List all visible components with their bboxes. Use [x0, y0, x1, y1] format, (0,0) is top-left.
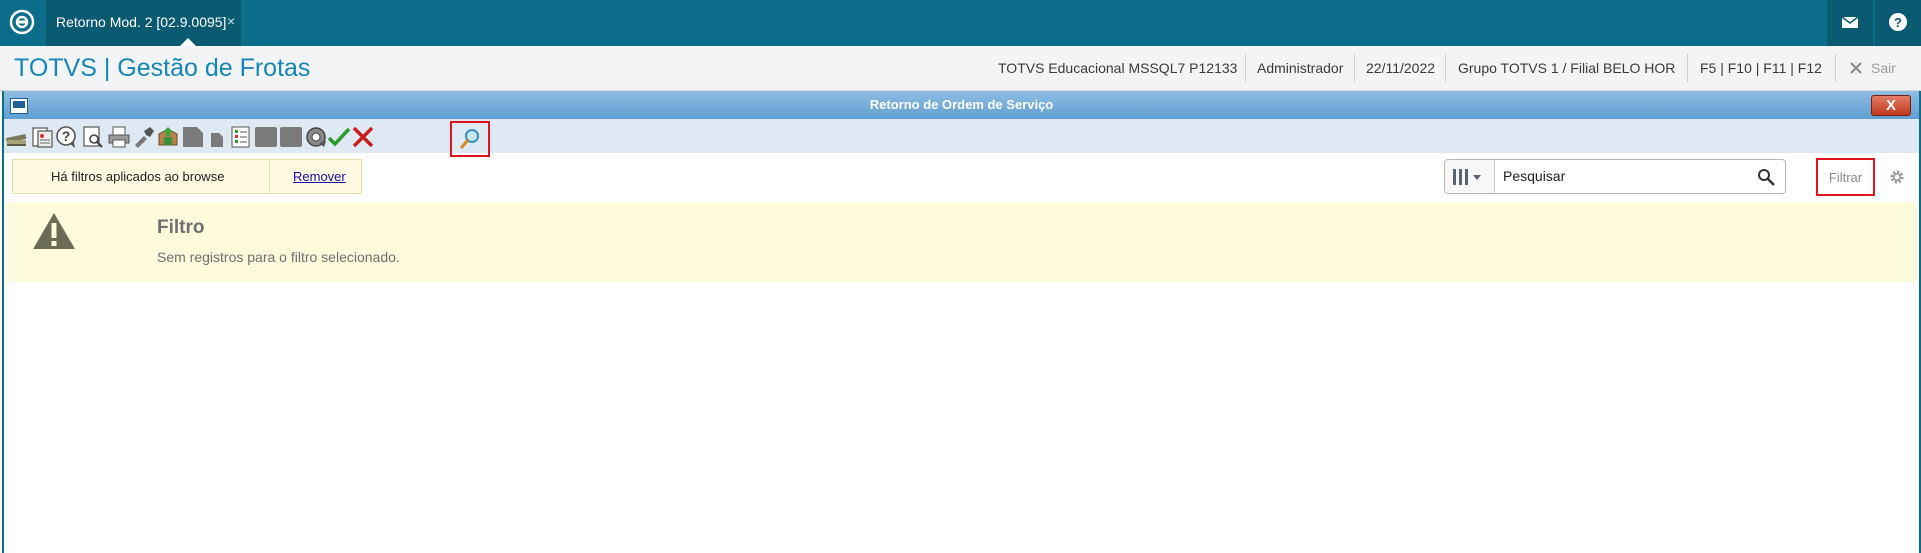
column-selector-button[interactable] — [1445, 160, 1495, 193]
mail-button[interactable] — [1827, 0, 1873, 46]
export-icon[interactable] — [156, 125, 180, 149]
exit-button[interactable]: Sair — [1871, 60, 1896, 76]
branch-info[interactable]: Grupo TOTVS 1 / Filial BELO HOR — [1458, 60, 1675, 76]
app-title: TOTVS | Gestão de Frotas — [14, 54, 311, 82]
filter-notice: Há filtros aplicados ao browse Remover — [12, 159, 362, 194]
print-icon[interactable] — [107, 125, 131, 149]
settings-icon[interactable] — [304, 125, 328, 149]
search-field — [1444, 159, 1786, 194]
books-icon[interactable] — [4, 125, 28, 149]
search-input[interactable] — [1503, 168, 1743, 184]
header-divider — [1354, 54, 1355, 82]
empty-state-title: Filtro — [157, 217, 205, 238]
environment-info[interactable]: TOTVS Educacional MSSQL7 P12133 — [998, 60, 1237, 76]
window-title-bar: Retorno de Ordem de Serviço X — [4, 91, 1919, 119]
filter-divider — [269, 160, 270, 193]
warning-icon — [33, 213, 75, 249]
report-icon[interactable] — [30, 125, 54, 149]
checklist-icon[interactable] — [229, 125, 253, 149]
header-divider — [1835, 54, 1836, 82]
filter-button[interactable]: Filtrar — [1816, 158, 1875, 196]
window-close-button[interactable]: X — [1871, 95, 1911, 116]
top-bar: Retorno Mod. 2 [02.9.0095] × ? — [0, 0, 1921, 46]
empty-state-banner: Filtro Sem registros para o filtro selec… — [6, 202, 1917, 282]
panel-icon[interactable] — [279, 125, 303, 149]
tools-icon[interactable] — [132, 125, 156, 149]
search-icon — [459, 129, 479, 149]
panel-icon[interactable] — [254, 125, 278, 149]
totvs-logo-icon[interactable] — [8, 8, 36, 36]
toolbar-search-button[interactable] — [450, 121, 490, 157]
empty-state-message: Sem registros para o filtro selecionado. — [157, 249, 400, 265]
filter-button-label: Filtrar — [1828, 170, 1863, 185]
header-divider — [1445, 54, 1446, 82]
window-title: Retorno de Ordem de Serviço — [869, 97, 1054, 112]
search-icon[interactable] — [1757, 168, 1775, 186]
close-icon: X — [1885, 97, 1896, 114]
svg-text:?: ? — [1894, 15, 1902, 30]
header-divider — [1245, 54, 1246, 82]
cancel-icon[interactable] — [351, 125, 375, 149]
help-button[interactable]: ? — [1875, 0, 1921, 46]
remove-filter-link[interactable]: Remover — [293, 169, 346, 184]
confirm-icon[interactable] — [327, 125, 351, 149]
svg-text:?: ? — [62, 128, 71, 144]
columns-dropdown-icon — [1453, 169, 1481, 185]
user-info[interactable]: Administrador — [1257, 60, 1343, 76]
toolbar: ? — [4, 119, 1919, 157]
preview-icon[interactable] — [81, 125, 105, 149]
shortcut-keys[interactable]: F5 | F10 | F11 | F12 — [1700, 60, 1822, 76]
tab-close-icon[interactable]: × — [227, 13, 235, 29]
header-divider — [1687, 54, 1688, 82]
filter-notice-text: Há filtros aplicados ao browse — [51, 169, 225, 184]
tab-indicator — [180, 38, 196, 46]
help-icon[interactable]: ? — [55, 125, 79, 149]
page-icon[interactable] — [205, 125, 229, 149]
mail-icon — [1841, 16, 1859, 28]
tab-retorno-mod2[interactable]: Retorno Mod. 2 [02.9.0095] × — [46, 0, 241, 46]
tab-title: Retorno Mod. 2 [02.9.0095] — [56, 14, 227, 30]
dialog-window: Retorno de Ordem de Serviço X ? Há filtr… — [2, 91, 1921, 553]
app-header: TOTVS | Gestão de Frotas TOTVS Educacion… — [0, 46, 1921, 91]
date-info[interactable]: 22/11/2022 — [1366, 60, 1435, 76]
close-icon[interactable] — [1849, 61, 1863, 75]
help-icon: ? — [1889, 13, 1907, 31]
document-icon[interactable] — [181, 125, 205, 149]
gear-icon[interactable] — [1888, 168, 1906, 186]
